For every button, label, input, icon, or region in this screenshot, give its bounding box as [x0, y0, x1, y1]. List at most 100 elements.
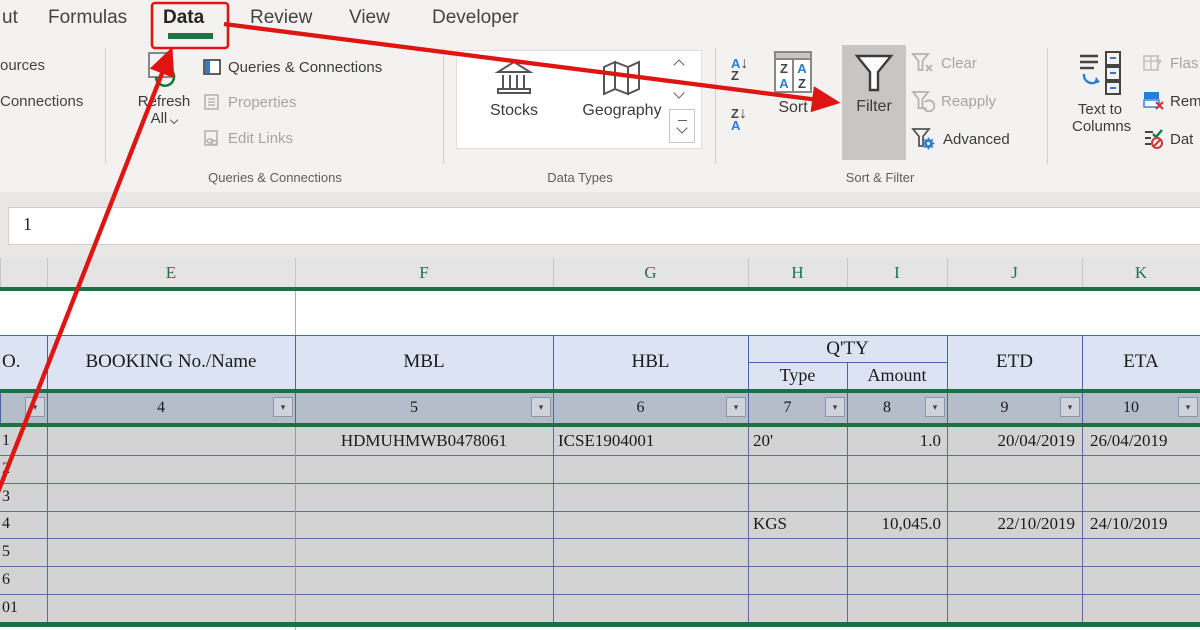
- cell-amount[interactable]: [847, 594, 941, 622]
- filter-number-i[interactable]: 8: [847, 393, 927, 423]
- filter-number-f[interactable]: 5: [295, 393, 533, 423]
- grid-line: [0, 393, 1, 423]
- cell-booking[interactable]: [47, 594, 295, 622]
- cell-type[interactable]: [753, 538, 847, 566]
- cell-type[interactable]: [753, 566, 847, 594]
- cell-amount[interactable]: 10,045.0: [847, 511, 941, 539]
- cell-eta[interactable]: 24/10/2019: [1090, 511, 1200, 539]
- header-mbl[interactable]: MBL: [295, 335, 553, 389]
- cell-mbl[interactable]: [295, 483, 553, 511]
- grid-line: [553, 427, 554, 622]
- column-header-h[interactable]: H: [748, 258, 847, 287]
- cell-hbl[interactable]: [558, 566, 748, 594]
- cell-eta[interactable]: 26/04/2019: [1090, 427, 1200, 455]
- cell-mbl[interactable]: [295, 566, 553, 594]
- column-header-k[interactable]: K: [1082, 258, 1200, 287]
- row-label-fragment: 2: [2, 455, 45, 483]
- column-header-g[interactable]: G: [553, 258, 748, 287]
- cell-amount[interactable]: [847, 566, 941, 594]
- cell-amount[interactable]: [847, 538, 941, 566]
- cell-type[interactable]: 20': [753, 427, 847, 455]
- cell-amount[interactable]: [847, 455, 941, 483]
- cell-eta[interactable]: [1090, 483, 1200, 511]
- cell-eta[interactable]: [1090, 455, 1200, 483]
- column-header-e[interactable]: E: [47, 258, 295, 287]
- cell-eta[interactable]: [1090, 538, 1200, 566]
- cell-eta[interactable]: [1090, 566, 1200, 594]
- cell-booking[interactable]: [47, 538, 295, 566]
- header-no-partial[interactable]: O.: [2, 335, 46, 389]
- caret-down-icon: ▾: [1068, 402, 1073, 413]
- filter-dropdown-g[interactable]: ▾: [726, 397, 746, 417]
- cell-etd[interactable]: [947, 483, 1075, 511]
- cell-booking[interactable]: [47, 427, 295, 455]
- column-header-j[interactable]: J: [947, 258, 1082, 287]
- cell-eta[interactable]: [1090, 594, 1200, 622]
- cell-etd[interactable]: [947, 455, 1075, 483]
- grid-line: [295, 291, 296, 335]
- cell-etd[interactable]: [947, 538, 1075, 566]
- filter-dropdown-no[interactable]: ▾: [25, 397, 45, 417]
- cell-etd[interactable]: [947, 594, 1075, 622]
- cell-hbl[interactable]: [558, 511, 748, 539]
- caret-down-icon: ▾: [833, 402, 838, 413]
- cell-type[interactable]: [753, 483, 847, 511]
- cell-hbl[interactable]: [558, 483, 748, 511]
- cell-booking[interactable]: [47, 566, 295, 594]
- filter-dropdown-k[interactable]: ▾: [1178, 397, 1198, 417]
- cell-mbl[interactable]: [295, 455, 553, 483]
- cell-hbl[interactable]: [558, 538, 748, 566]
- cell-booking[interactable]: [47, 483, 295, 511]
- column-header-f[interactable]: F: [295, 258, 553, 287]
- empty-row[interactable]: [0, 291, 1200, 335]
- cell-mbl[interactable]: [295, 511, 553, 539]
- row-label-fragment: 3: [2, 483, 45, 511]
- cell-type[interactable]: [753, 594, 847, 622]
- cell-mbl[interactable]: [295, 538, 553, 566]
- excel-window: ut Formulas Data Review View Developer o…: [0, 0, 1200, 630]
- row-label-fragment: 6: [2, 566, 45, 594]
- caret-down-icon: ▾: [734, 402, 739, 413]
- cell-type[interactable]: KGS: [753, 511, 847, 539]
- cell-amount[interactable]: [847, 483, 941, 511]
- filter-number-e[interactable]: 4: [47, 393, 275, 423]
- filter-dropdown-j[interactable]: ▾: [1060, 397, 1080, 417]
- caret-down-icon: ▾: [539, 402, 544, 413]
- cell-hbl[interactable]: [558, 455, 748, 483]
- row-label-fragment: 4: [2, 511, 45, 539]
- cell-hbl[interactable]: ICSE1904001: [558, 427, 748, 455]
- cell-etd[interactable]: 22/10/2019: [947, 511, 1075, 539]
- header-booking[interactable]: BOOKING No./Name: [47, 335, 295, 389]
- header-type[interactable]: Type: [748, 362, 847, 389]
- cell-booking[interactable]: [47, 455, 295, 483]
- row-label-fragment: 01: [2, 594, 45, 622]
- header-etd[interactable]: ETD: [947, 335, 1082, 389]
- grid-line: [1082, 427, 1083, 622]
- filter-dropdown-h[interactable]: ▾: [825, 397, 845, 417]
- filter-number-h[interactable]: 7: [748, 393, 827, 423]
- cell-mbl[interactable]: [295, 594, 553, 622]
- cell-etd[interactable]: [947, 566, 1075, 594]
- caret-down-icon: ▾: [1186, 402, 1191, 413]
- filter-dropdown-e[interactable]: ▾: [273, 397, 293, 417]
- filter-number-j[interactable]: 9: [947, 393, 1062, 423]
- cell-booking[interactable]: [47, 511, 295, 539]
- caret-down-icon: ▾: [933, 402, 938, 413]
- cell-hbl[interactable]: [558, 594, 748, 622]
- caret-down-icon: ▾: [33, 402, 38, 413]
- header-qty[interactable]: Q'TY: [748, 335, 947, 362]
- filter-dropdown-i[interactable]: ▾: [925, 397, 945, 417]
- header-hbl[interactable]: HBL: [553, 335, 748, 389]
- cell-mbl[interactable]: HDMUHMWB0478061: [295, 427, 553, 455]
- cell-amount[interactable]: 1.0: [847, 427, 941, 455]
- caret-down-icon: ▾: [281, 402, 286, 413]
- column-header-i[interactable]: I: [847, 258, 947, 287]
- header-amount[interactable]: Amount: [847, 362, 947, 389]
- cell-type[interactable]: [753, 455, 847, 483]
- grid-line: [748, 427, 749, 622]
- filter-dropdown-f[interactable]: ▾: [531, 397, 551, 417]
- filter-number-g[interactable]: 6: [553, 393, 728, 423]
- cell-etd[interactable]: 20/04/2019: [947, 427, 1075, 455]
- filter-number-k[interactable]: 10: [1082, 393, 1180, 423]
- header-eta[interactable]: ETA: [1082, 335, 1200, 389]
